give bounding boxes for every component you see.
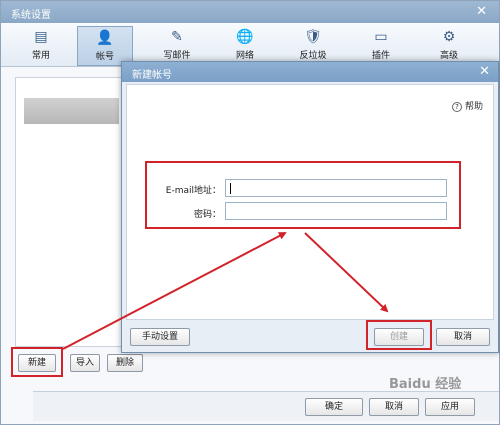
manual-setup-button[interactable]: 手动设置 — [130, 328, 190, 346]
email-input[interactable] — [225, 179, 447, 197]
ok-button[interactable]: 确定 — [305, 398, 363, 416]
shield-icon: 🛡 — [304, 29, 322, 45]
tab-antispam-label: 反垃圾 — [299, 51, 327, 61]
tab-advanced-label: 高级 — [439, 51, 458, 61]
create-button[interactable]: 创建 — [374, 328, 424, 346]
password-label: 密码： — [193, 210, 221, 220]
watermark: Baidu 经验 — [389, 377, 462, 392]
help-link[interactable]: ? 帮助 — [451, 99, 483, 112]
tab-general[interactable]: ▤ 常用 — [13, 26, 69, 66]
dialog-body: ? 帮助 E-mail地址： 密码： — [126, 84, 494, 320]
tab-antispam[interactable]: 🛡 反垃圾 — [285, 26, 341, 66]
tab-compose-label: 写邮件 — [163, 51, 191, 61]
compose-icon: ✎ — [171, 29, 183, 45]
help-icon: ? — [451, 102, 462, 112]
globe-icon: 🌐 — [236, 29, 254, 45]
email-label: E-mail地址： — [165, 186, 221, 196]
new-account-button[interactable]: 新建 — [18, 354, 56, 372]
settings-window: 系统设置 ✕ ▤ 常用 👤 帐号 ✎ 写邮件 🌐 网络 🛡 反垃圾 ▭ 插件 ⚙ — [0, 0, 500, 425]
window-close-icon[interactable]: ✕ — [476, 4, 487, 19]
dialog-titlebar: 新建帐号 ✕ — [122, 62, 498, 82]
account-list[interactable] — [15, 77, 123, 347]
import-button[interactable]: 导入 — [70, 354, 100, 372]
delete-button[interactable]: 删除 — [107, 354, 143, 372]
apply-button[interactable]: 应用 — [425, 398, 475, 416]
account-list-item-redacted[interactable] — [24, 98, 119, 124]
window-title: 系统设置 — [11, 10, 51, 21]
text-caret — [230, 183, 231, 194]
new-account-dialog: 新建帐号 ✕ ? 帮助 E-mail地址： 密码： 手动设置 创建 取消 — [121, 61, 499, 353]
dialog-cancel-button[interactable]: 取消 — [436, 328, 490, 346]
gear-icon: ⚙ — [442, 29, 456, 45]
window-titlebar: 系统设置 ✕ — [1, 1, 499, 23]
tab-account[interactable]: 👤 帐号 — [77, 26, 133, 66]
tab-advanced[interactable]: ⚙ 高级 — [421, 26, 477, 66]
tab-plugins[interactable]: ▭ 插件 — [353, 26, 409, 66]
dialog-close-icon[interactable]: ✕ — [479, 64, 490, 79]
cancel-button[interactable]: 取消 — [369, 398, 419, 416]
tab-network-label: 网络 — [235, 51, 254, 61]
user-icon: 👤 — [96, 30, 114, 46]
tab-compose[interactable]: ✎ 写邮件 — [149, 26, 205, 66]
settings-footer: 确定 取消 应用 — [33, 391, 499, 421]
help-label: 帮助 — [464, 102, 483, 112]
dialog-title: 新建帐号 — [132, 70, 172, 81]
general-icon: ▤ — [34, 29, 48, 45]
tab-general-label: 常用 — [31, 51, 50, 61]
plugin-icon: ▭ — [374, 29, 388, 45]
dialog-footer: 手动设置 创建 取消 — [126, 320, 494, 350]
password-input[interactable] — [225, 202, 447, 220]
tab-network[interactable]: 🌐 网络 — [217, 26, 273, 66]
tab-plugins-label: 插件 — [371, 51, 390, 61]
